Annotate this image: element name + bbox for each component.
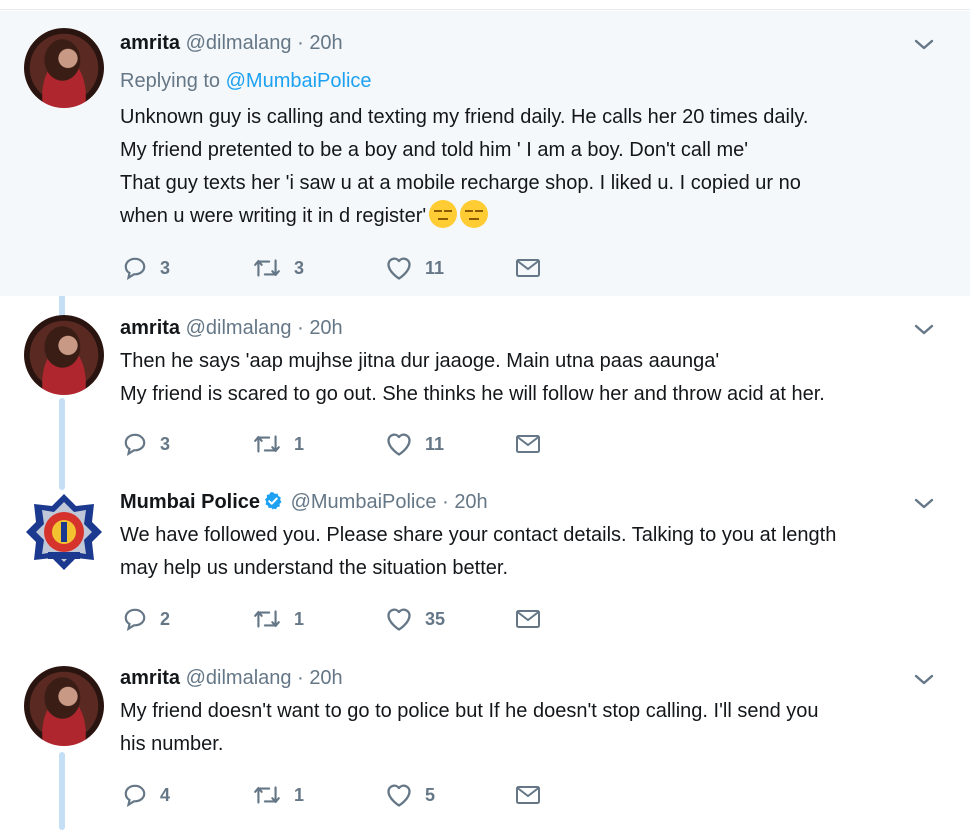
- retweet-count: 3: [294, 257, 305, 278]
- heart-icon: [387, 433, 411, 456]
- tweet-text: Unknown guy is calling and texting my fr…: [120, 101, 940, 233]
- tweet-header: amrita @dilmalang · 20h: [120, 31, 343, 55]
- tweet[interactable]: Mumbai Police @MumbaiPolice · 20h We hav…: [0, 470, 970, 645]
- reply-button[interactable]: 4: [122, 781, 170, 809]
- reply-count: 2: [160, 608, 171, 629]
- like-button[interactable]: 35: [385, 605, 445, 633]
- separator-dot: ·: [442, 491, 449, 513]
- tweet[interactable]: amrita @dilmalang · 20h Replying to @Mum…: [0, 11, 970, 296]
- user-handle[interactable]: @dilmalang: [186, 667, 292, 689]
- avatar[interactable]: [24, 315, 104, 395]
- tweet-header: amrita @dilmalang · 20h: [120, 316, 343, 340]
- chevron-down-icon[interactable]: [912, 492, 936, 516]
- tweet-text: Then he says 'aap mujhse jitna dur jaaog…: [120, 350, 825, 405]
- avatar[interactable]: [24, 666, 104, 746]
- heart-icon: [387, 257, 411, 280]
- retweet-icon: [254, 610, 280, 628]
- display-name[interactable]: amrita: [120, 32, 180, 54]
- chevron-down-icon[interactable]: [912, 33, 936, 57]
- reply-icon: [124, 784, 146, 808]
- mention-link[interactable]: @MumbaiPolice: [226, 70, 372, 92]
- retweet-icon: [254, 786, 280, 804]
- separator-dot: ·: [297, 317, 304, 339]
- like-count: 11: [425, 433, 445, 454]
- tweet-header: Mumbai Police @MumbaiPolice · 20h: [120, 490, 488, 514]
- retweet-button[interactable]: 3: [252, 254, 304, 282]
- display-name[interactable]: amrita: [120, 667, 180, 689]
- reply-button[interactable]: 2: [122, 605, 170, 633]
- display-name[interactable]: amrita: [120, 317, 180, 339]
- retweet-icon: [254, 259, 280, 277]
- direct-message-button[interactable]: [515, 605, 541, 633]
- tweet[interactable]: amrita @dilmalang · 20h My friend doesn'…: [0, 646, 970, 830]
- reply-icon: [124, 257, 146, 281]
- reply-count: 3: [160, 433, 171, 454]
- envelope-icon: [516, 610, 540, 628]
- separator-dot: ·: [297, 32, 304, 54]
- chevron-down-icon[interactable]: [912, 318, 936, 342]
- replying-to: Replying to @MumbaiPolice: [120, 69, 372, 93]
- retweet-button[interactable]: 1: [252, 605, 304, 633]
- like-button[interactable]: 11: [385, 254, 444, 282]
- retweet-icon: [254, 435, 280, 453]
- envelope-icon: [516, 786, 540, 804]
- timestamp[interactable]: 20h: [309, 317, 342, 339]
- tweet-text: My friend doesn't want to go to police b…: [120, 700, 819, 755]
- retweet-button[interactable]: 1: [252, 781, 304, 809]
- avatar[interactable]: [24, 28, 104, 108]
- envelope-icon: [516, 435, 540, 453]
- display-name[interactable]: Mumbai Police: [120, 491, 260, 513]
- like-count: 35: [425, 608, 446, 629]
- separator-dot: ·: [297, 667, 304, 689]
- direct-message-button[interactable]: [515, 430, 541, 458]
- heart-icon: [387, 608, 411, 631]
- retweet-count: 1: [294, 608, 305, 629]
- retweet-count: 1: [294, 784, 305, 805]
- timestamp[interactable]: 20h: [454, 491, 487, 513]
- replying-prefix: Replying to: [120, 70, 221, 92]
- timestamp[interactable]: 20h: [309, 667, 342, 689]
- direct-message-button[interactable]: [515, 254, 541, 282]
- mumbai-police-emblem[interactable]: [24, 492, 104, 572]
- tweet-header: amrita @dilmalang · 20h: [120, 666, 343, 690]
- verified-badge-icon: [265, 492, 282, 510]
- timestamp[interactable]: 20h: [309, 32, 342, 54]
- reply-icon: [124, 433, 146, 457]
- heart-icon: [387, 784, 411, 807]
- reply-button[interactable]: 3: [122, 430, 170, 458]
- user-handle[interactable]: @dilmalang: [186, 317, 292, 339]
- user-handle[interactable]: @dilmalang: [186, 32, 292, 54]
- like-button[interactable]: 5: [385, 781, 435, 809]
- envelope-icon: [516, 259, 540, 277]
- top-divider: [0, 0, 970, 10]
- tweet-text: We have followed you. Please share your …: [120, 524, 837, 579]
- user-handle[interactable]: @MumbaiPolice: [291, 491, 437, 513]
- reply-button[interactable]: 3: [122, 254, 170, 282]
- expressionless-emoji: [460, 200, 489, 228]
- like-count: 5: [425, 784, 436, 805]
- like-count: 11: [425, 257, 445, 278]
- reply-count: 4: [160, 784, 171, 805]
- chevron-down-icon[interactable]: [912, 668, 936, 692]
- retweet-count: 1: [294, 433, 305, 454]
- reply-count: 3: [160, 257, 171, 278]
- like-button[interactable]: 11: [385, 430, 444, 458]
- expressionless-emoji: [429, 200, 458, 228]
- direct-message-button[interactable]: [515, 781, 541, 809]
- retweet-button[interactable]: 1: [252, 430, 304, 458]
- reply-icon: [124, 608, 146, 632]
- tweet[interactable]: amrita @dilmalang · 20h Then he says 'aa…: [0, 296, 970, 468]
